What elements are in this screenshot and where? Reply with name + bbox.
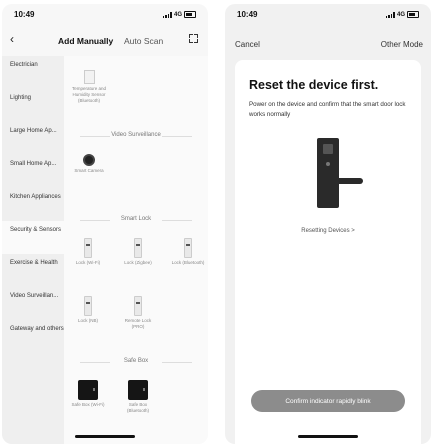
home-indicator (298, 435, 358, 438)
section-safe-box: Safe Box (64, 358, 208, 364)
door-lock-icon (317, 138, 339, 208)
resetting-devices-link[interactable]: Resetting Devices > (235, 228, 421, 234)
device-safe-wifi[interactable]: Safe Box (Wi-Fi) (68, 380, 108, 408)
device-safe-bluetooth[interactable]: Safe Box (Bluetooth) (118, 380, 158, 414)
signal-icon (385, 11, 395, 18)
lock-icon (134, 296, 142, 316)
device-list: Temperature and Humidity Sensor (Bluetoo… (64, 56, 208, 444)
instruction-text: Power on the device and confirm that the… (249, 101, 406, 118)
lock-handle-icon (333, 178, 363, 184)
safe-box-icon (128, 380, 148, 400)
back-icon[interactable]: ‹ (10, 32, 14, 46)
category-sidebar: Electrician Lighting Large Home Ap... Sm… (2, 56, 64, 444)
add-device-screen: 10:49 4G ‹ Add Manually Auto Scan Electr… (2, 4, 208, 444)
lock-icon (84, 238, 92, 258)
section-smart-lock: Smart Lock (64, 216, 208, 222)
sidebar-item-kitchen-appliances[interactable]: Kitchen Appliances (2, 188, 64, 221)
home-indicator (75, 435, 135, 438)
cancel-button[interactable]: Cancel (235, 40, 260, 49)
section-video-surveillance: Video Surveillance (64, 132, 208, 138)
network-label: 4G (396, 11, 405, 18)
reset-sheet: Reset the device first. Power on the dev… (235, 60, 421, 444)
device-lock-nb[interactable]: Lock (NB) (68, 296, 108, 324)
reset-device-screen: 10:49 4G Cancel Other Mode Reset the dev… (225, 4, 431, 444)
device-lock-bluetooth[interactable]: Lock (Bluetooth) (168, 238, 208, 266)
sidebar-item-lighting[interactable]: Lighting (2, 89, 64, 122)
scan-icon[interactable] (189, 34, 198, 43)
page-title: Reset the device first. (249, 78, 379, 92)
tab-auto-scan[interactable]: Auto Scan (124, 36, 163, 46)
status-time: 10:49 (14, 10, 35, 19)
lock-icon (134, 238, 142, 258)
sidebar-item-exercise-health[interactable]: Exercise & Health (2, 254, 64, 287)
signal-icon (162, 11, 172, 18)
lock-icon (84, 296, 92, 316)
sidebar-item-large-home-appliances[interactable]: Large Home Ap... (2, 122, 64, 155)
device-sensor[interactable]: Temperature and Humidity Sensor (Bluetoo… (68, 70, 110, 104)
status-time: 10:49 (237, 10, 258, 19)
sidebar-item-electrician[interactable]: Electrician (2, 56, 64, 89)
safe-box-icon (78, 380, 98, 400)
confirm-blink-button[interactable]: Confirm indicator rapidly blink (251, 390, 405, 412)
battery-icon (184, 11, 196, 18)
device-remote-lock[interactable]: Remote Lock (PRO) (118, 296, 158, 330)
sidebar-item-security-sensors[interactable]: Security & Sensors (2, 221, 64, 254)
sensor-icon (83, 70, 95, 84)
lock-icon (184, 238, 192, 258)
tab-add-manually[interactable]: Add Manually (58, 36, 113, 46)
top-nav: ‹ Add Manually Auto Scan (2, 30, 208, 50)
camera-icon (83, 154, 95, 166)
network-label: 4G (173, 11, 182, 18)
battery-icon (407, 11, 419, 18)
device-lock-zigbee[interactable]: Lock (Zigbee) (118, 238, 158, 266)
sidebar-item-video-surveillance[interactable]: Video Surveillan... (2, 287, 64, 320)
other-mode-button[interactable]: Other Mode (381, 40, 423, 49)
device-smart-camera[interactable]: Smart Camera (68, 154, 110, 174)
sidebar-item-small-home-appliances[interactable]: Small Home Ap... (2, 155, 64, 188)
sidebar-item-gateway[interactable]: Gateway and others (2, 320, 64, 353)
status-bar: 10:49 4G (2, 4, 208, 22)
status-bar: 10:49 4G (225, 4, 431, 22)
device-lock-wifi[interactable]: Lock (Wi-Fi) (68, 238, 108, 266)
